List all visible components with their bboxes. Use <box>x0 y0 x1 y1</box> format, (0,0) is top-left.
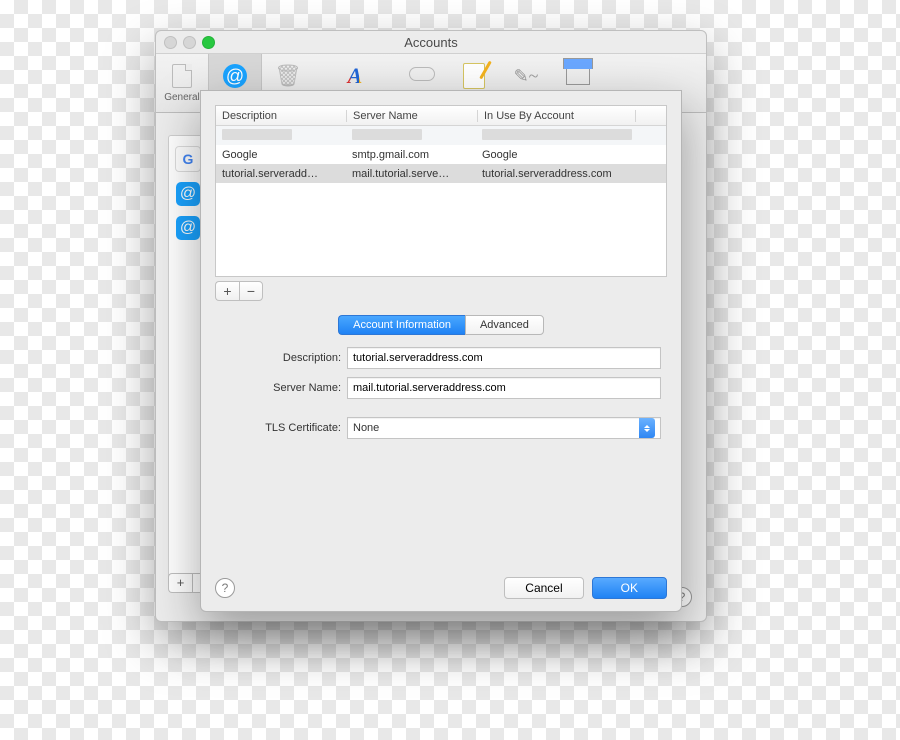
tls-certificate-label: TLS Certificate: <box>221 422 341 434</box>
cell-description: Google <box>216 149 346 161</box>
signature-icon: ✎~ <box>513 63 539 89</box>
server-add-remove: + − <box>215 281 681 301</box>
general-icon <box>172 64 192 88</box>
smtp-server-table: Description Server Name In Use By Accoun… <box>215 105 667 277</box>
cell-description: tutorial.serveradd… <box>216 168 346 180</box>
cell-server: mail.tutorial.serve… <box>346 168 476 180</box>
cell-in-use: Google <box>476 149 666 161</box>
tab-advanced[interactable]: Advanced <box>465 315 544 335</box>
ok-button[interactable]: OK <box>592 577 667 599</box>
google-account-icon[interactable]: G <box>175 146 201 172</box>
titlebar: Accounts <box>156 31 706 54</box>
glasses-icon <box>409 63 435 89</box>
sheet-tabs: Account Information Advanced <box>338 315 544 335</box>
chevron-updown-icon <box>639 418 655 438</box>
at-icon: @ <box>223 64 247 88</box>
description-label: Description: <box>221 352 341 364</box>
col-in-use[interactable]: In Use By Account <box>478 110 636 122</box>
fonts-icon: A <box>342 63 368 89</box>
remove-server-button[interactable]: − <box>239 281 263 301</box>
window-title: Accounts <box>156 35 706 50</box>
smtp-servers-sheet: Description Server Name In Use By Accoun… <box>200 90 682 612</box>
toolbar-label: General <box>164 92 200 103</box>
tab-account-information[interactable]: Account Information <box>338 315 465 335</box>
table-row[interactable] <box>216 126 666 145</box>
tls-value: None <box>353 422 379 434</box>
rules-icon <box>566 68 590 85</box>
table-header: Description Server Name In Use By Accoun… <box>216 106 666 126</box>
trash-icon: 🗑 <box>275 63 301 89</box>
cell-server: smtp.gmail.com <box>346 149 476 161</box>
table-row[interactable]: Google smtp.gmail.com Google <box>216 145 666 164</box>
add-account-button[interactable]: + <box>168 573 192 593</box>
server-name-field[interactable] <box>347 377 661 399</box>
mail-account-icon[interactable]: @ <box>176 182 200 206</box>
server-name-label: Server Name: <box>221 382 341 394</box>
description-field[interactable] <box>347 347 661 369</box>
cancel-button[interactable]: Cancel <box>504 577 583 599</box>
col-server-name[interactable]: Server Name <box>347 110 478 122</box>
table-row[interactable]: tutorial.serveradd… mail.tutorial.serve…… <box>216 164 666 183</box>
cell-in-use: tutorial.serveraddress.com <box>476 168 666 180</box>
compose-icon <box>463 63 485 89</box>
tls-certificate-select[interactable]: None <box>347 417 661 439</box>
col-description[interactable]: Description <box>216 110 347 122</box>
add-server-button[interactable]: + <box>215 281 239 301</box>
mail-account-icon[interactable]: @ <box>176 216 200 240</box>
sheet-help-button[interactable]: ? <box>215 578 235 598</box>
